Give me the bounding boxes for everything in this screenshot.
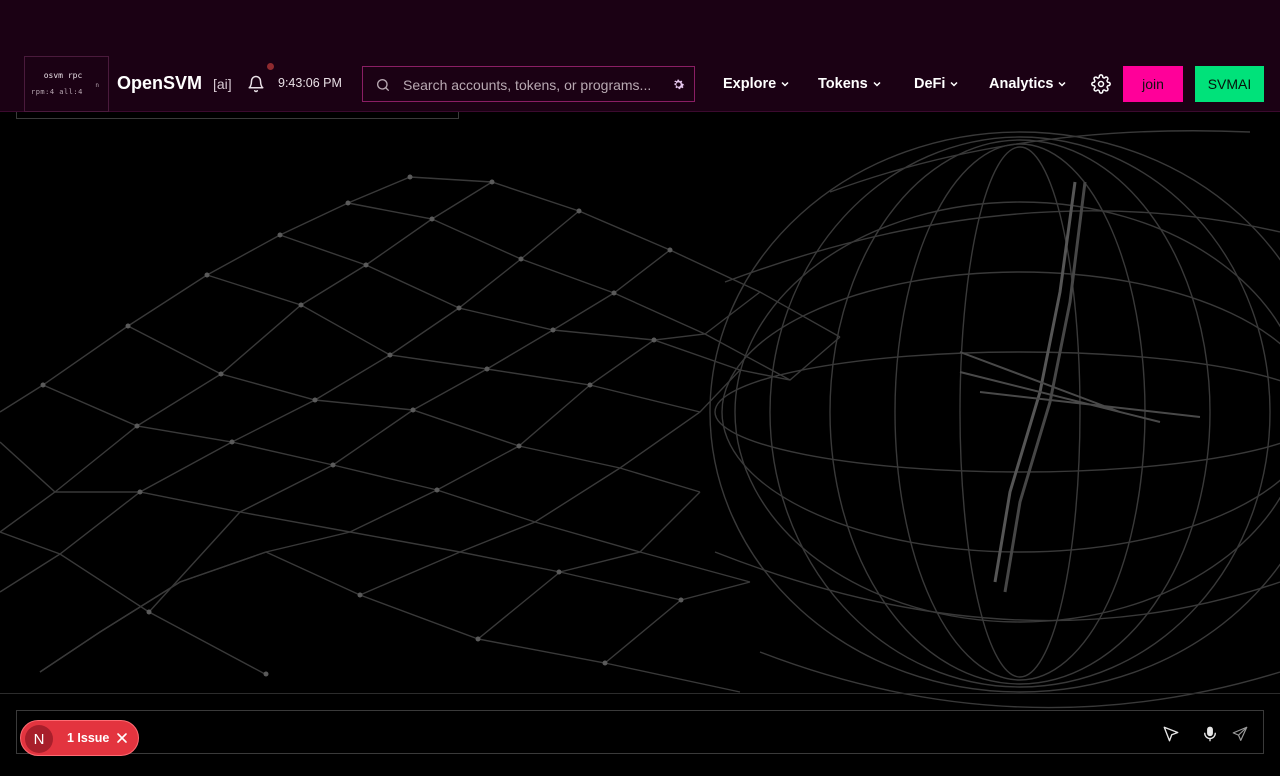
nav-analytics[interactable]: Analytics bbox=[989, 75, 1067, 93]
send-icon[interactable] bbox=[1231, 725, 1249, 743]
clock: 9:43:06 PM bbox=[278, 76, 342, 90]
rpc-indicator: n bbox=[95, 82, 99, 89]
gear-icon[interactable] bbox=[1091, 74, 1111, 94]
nav-explore[interactable]: Explore bbox=[723, 75, 790, 93]
app-root: osvm rpc rpm:4 all:4 n OpenSVM [ai] 9:43… bbox=[0, 0, 1280, 776]
bottom-divider bbox=[0, 693, 1280, 694]
search-icon bbox=[377, 79, 389, 91]
chevron-down-icon bbox=[873, 81, 881, 87]
nav-analytics-label: Analytics bbox=[989, 76, 1054, 92]
svmai-button[interactable]: SVMAI bbox=[1195, 66, 1264, 102]
search-bar bbox=[362, 66, 695, 102]
dropdown-panel-edge bbox=[16, 112, 459, 119]
nav-defi-label: DeFi bbox=[914, 76, 946, 92]
bell-icon[interactable] bbox=[247, 75, 265, 93]
rpc-status-widget[interactable]: osvm rpc rpm:4 all:4 n bbox=[24, 56, 109, 112]
issue-badge[interactable]: N 1 Issue bbox=[20, 720, 139, 756]
nav-tokens-label: Tokens bbox=[818, 76, 868, 92]
microphone-icon[interactable] bbox=[1201, 725, 1219, 743]
ai-tag: [ai] bbox=[213, 76, 232, 92]
cursor-icon[interactable] bbox=[1162, 725, 1180, 743]
search-input[interactable] bbox=[403, 75, 665, 95]
nav-defi[interactable]: DeFi bbox=[914, 75, 959, 93]
chevron-down-icon bbox=[1058, 81, 1067, 87]
join-button[interactable]: join bbox=[1123, 66, 1183, 102]
brand-logo-text[interactable]: OpenSVM bbox=[117, 73, 202, 94]
rpc-stats: rpm:4 all:4 bbox=[31, 88, 83, 96]
chevron-down-icon bbox=[781, 81, 789, 87]
nav-tokens[interactable]: Tokens bbox=[818, 75, 882, 93]
wireframe-background bbox=[0, 130, 1280, 709]
chevron-down-icon bbox=[950, 81, 958, 87]
rpc-title: osvm rpc bbox=[43, 71, 83, 80]
notification-dot bbox=[267, 63, 274, 70]
close-icon[interactable] bbox=[116, 732, 128, 744]
top-band bbox=[0, 0, 1280, 56]
issue-avatar: N bbox=[25, 725, 53, 753]
search-settings-icon[interactable] bbox=[671, 77, 686, 92]
chat-bar bbox=[16, 710, 1264, 754]
top-navbar: osvm rpc rpm:4 all:4 n OpenSVM [ai] 9:43… bbox=[0, 56, 1280, 112]
nav-explore-label: Explore bbox=[723, 76, 777, 92]
issue-label: 1 Issue bbox=[67, 731, 110, 745]
chat-input[interactable] bbox=[157, 721, 1137, 743]
